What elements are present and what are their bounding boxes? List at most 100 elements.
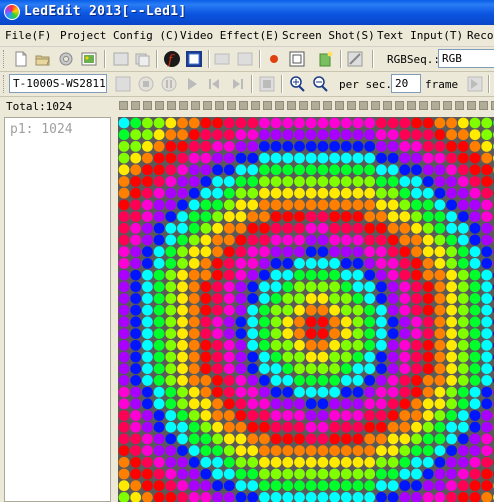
led-pixel (130, 246, 142, 258)
layer-item[interactable]: p1: 1024 (10, 122, 73, 137)
led-pixel (165, 258, 177, 269)
led-pixel (118, 468, 130, 480)
menu-project-config[interactable]: Project Config (C) (60, 29, 179, 42)
controller-select[interactable]: T-1000S-WS2811 (9, 74, 107, 93)
ruler-segment (191, 101, 200, 110)
led-pixel (282, 339, 294, 351)
led-pixel (259, 304, 270, 316)
led-pixel (481, 234, 493, 246)
led-pixel (399, 410, 411, 421)
led-pixel (399, 468, 411, 480)
led-pixel (317, 363, 329, 375)
led-pixel (364, 141, 376, 152)
forward-icon[interactable] (183, 75, 201, 93)
led-pixel (282, 468, 294, 480)
speed-icon[interactable] (346, 50, 364, 68)
led-pixel (329, 246, 340, 258)
stop-icon[interactable] (137, 75, 155, 93)
led-pixel (235, 246, 247, 258)
led-pixel (118, 386, 130, 398)
stop-square-icon[interactable] (258, 75, 276, 93)
led-pixel (177, 433, 188, 445)
led-pixel (387, 269, 399, 281)
led-pixel (130, 281, 142, 293)
led-pixel (352, 269, 364, 281)
edit-icon[interactable] (317, 50, 335, 68)
led-pixel (165, 164, 177, 176)
rgbseq-select[interactable]: RGB (438, 49, 494, 68)
led-pixel (457, 234, 469, 246)
led-pixel (270, 433, 282, 445)
pause-icon[interactable] (160, 75, 178, 93)
zoom-in-icon[interactable] (288, 75, 306, 93)
record-icon[interactable] (265, 50, 283, 68)
led-pixel (118, 129, 130, 141)
led-pixel (130, 152, 142, 164)
zoom-out-icon[interactable] (311, 75, 329, 93)
led-pixel (411, 468, 422, 480)
led-pixel (481, 410, 493, 421)
last-icon[interactable] (229, 75, 247, 93)
led-pixel (399, 211, 411, 222)
led-pixel (411, 164, 422, 176)
menu-file[interactable]: File(F) (5, 29, 51, 42)
led-pixel (376, 152, 387, 164)
led-pixel (399, 187, 411, 199)
led-pixel (270, 386, 282, 398)
led-pixel (457, 363, 469, 375)
video2-icon[interactable] (133, 50, 151, 68)
led-pixel (340, 351, 352, 363)
fps-input[interactable]: 20 (391, 74, 421, 93)
led-pixel (434, 386, 446, 398)
led-pixel (411, 456, 422, 468)
menu-text-input[interactable]: Text Input(T) (377, 29, 463, 42)
video-icon[interactable] (112, 50, 130, 68)
settings-icon[interactable] (57, 50, 75, 68)
led-pixel (153, 410, 165, 421)
menu-screen-shot[interactable]: Screen Shot(S) (282, 29, 375, 42)
led-pixel (457, 316, 469, 328)
led-pixel (294, 258, 305, 269)
led-pixel (411, 258, 422, 269)
led-pixel (165, 304, 177, 316)
led-pixel (399, 269, 411, 281)
led-pixel (294, 410, 305, 421)
led-pixel (142, 375, 153, 386)
led-pixel (270, 468, 282, 480)
menu-record[interactable]: Recor (467, 29, 494, 42)
led-canvas[interactable] (118, 117, 494, 502)
toolbar-grip[interactable] (3, 75, 7, 93)
led-pixel (282, 176, 294, 187)
layers-icon[interactable] (213, 50, 231, 68)
new-icon[interactable] (12, 50, 30, 68)
led-pixel (411, 316, 422, 328)
toolbar-grip[interactable] (3, 50, 7, 68)
led-pixel (376, 269, 387, 281)
image-icon[interactable] (80, 50, 98, 68)
led-pixel (305, 375, 317, 386)
led-pixel (446, 234, 457, 246)
led-pixel (411, 351, 422, 363)
led-pixel (329, 363, 340, 375)
led-grid[interactable] (118, 117, 494, 502)
led-pixel (188, 281, 200, 293)
flash-icon[interactable]: f (163, 50, 181, 68)
open-icon[interactable] (34, 50, 52, 68)
led-pixel (305, 152, 317, 164)
menu-video-effect[interactable]: Video Effect(E) (180, 29, 279, 42)
led-pixel (235, 293, 247, 304)
horizontal-ruler[interactable] (118, 99, 494, 113)
frame-icon[interactable] (185, 50, 203, 68)
led-pixel (376, 316, 387, 328)
led-pixel (329, 351, 340, 363)
first-icon[interactable] (205, 75, 223, 93)
led-pixel (270, 246, 282, 258)
play-icon[interactable] (114, 75, 132, 93)
led-pixel (352, 129, 364, 141)
speed-toggle-icon[interactable] (466, 75, 484, 93)
led-pixel (165, 375, 177, 386)
led-pixel (259, 258, 270, 269)
capture-icon[interactable] (288, 50, 306, 68)
led-pixel (340, 480, 352, 492)
window-icon[interactable] (236, 50, 254, 68)
